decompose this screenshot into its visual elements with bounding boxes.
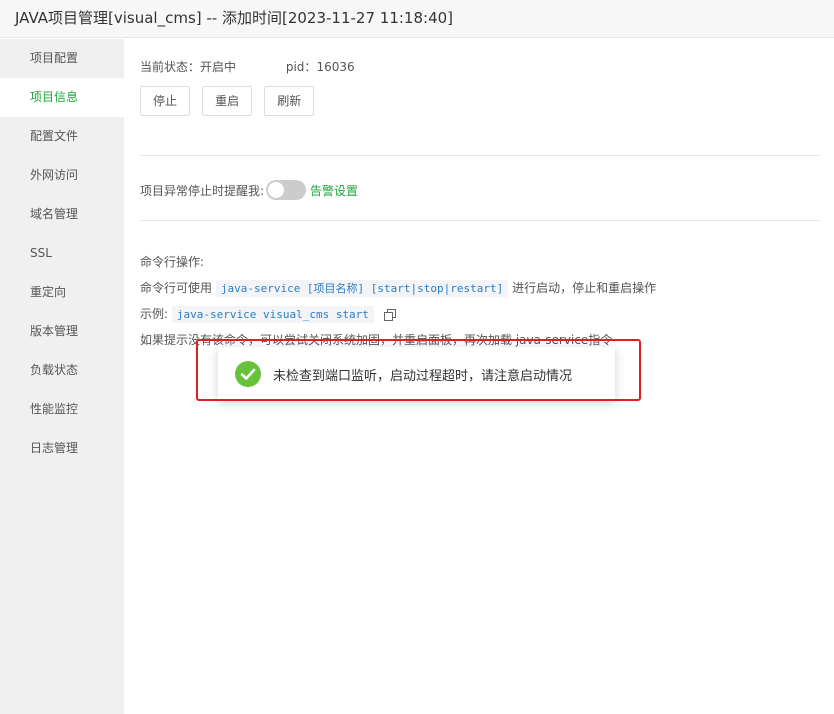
copy-icon[interactable] (383, 308, 396, 321)
state-value: 开启中 (200, 60, 237, 74)
alarm-settings-link[interactable]: 告警设置 (310, 182, 358, 199)
window-titlebar: JAVA项目管理[visual_cms] -- 添加时间[2023-11-27 … (0, 0, 834, 38)
example-label: 示例: (140, 307, 169, 321)
restart-button[interactable]: 重启 (202, 86, 253, 116)
divider (140, 155, 819, 156)
alarm-row: 项目异常停止时提醒我: 告警设置 (140, 179, 358, 201)
refresh-button[interactable]: 刷新 (264, 86, 315, 116)
sidebar-item-project-info[interactable]: 项目信息 (0, 78, 124, 117)
stop-button[interactable]: 停止 (140, 86, 191, 116)
divider (140, 220, 819, 221)
sidebar-item-load-status[interactable]: 负载状态 (0, 351, 124, 390)
alarm-toggle[interactable] (266, 180, 307, 200)
sidebar-item-ssl[interactable]: SSL (0, 234, 124, 273)
sidebar-item-config-file[interactable]: 配置文件 (0, 117, 124, 156)
usage-code: java-service [项目名称] [start|stop|restart] (215, 280, 509, 297)
command-usage: 命令行可使用 java-service [项目名称] [start|stop|r… (140, 275, 656, 301)
sidebar: 项目配置 项目信息 配置文件 外网访问 域名管理 SSL 重定向 版本管理 负载… (0, 39, 124, 714)
sidebar-item-project-config[interactable]: 项目配置 (0, 39, 124, 78)
sidebar-item-version[interactable]: 版本管理 (0, 312, 124, 351)
sidebar-item-redirect[interactable]: 重定向 (0, 273, 124, 312)
action-buttons: 停止 重启 刷新 (140, 86, 321, 116)
sidebar-item-external-access[interactable]: 外网访问 (0, 156, 124, 195)
sidebar-item-logs[interactable]: 日志管理 (0, 429, 124, 468)
toggle-knob (268, 182, 285, 198)
status-row: 当前状态：开启中 pid：16036 (140, 58, 355, 75)
example-code: java-service visual_cms start (171, 306, 374, 323)
sidebar-item-domain[interactable]: 域名管理 (0, 195, 124, 234)
window-title: JAVA项目管理[visual_cms] -- 添加时间[2023-11-27 … (15, 9, 454, 27)
highlight-annotation (196, 339, 641, 401)
sidebar-item-performance[interactable]: 性能监控 (0, 390, 124, 429)
command-help: 命令行操作: 命令行可使用 java-service [项目名称] [start… (140, 249, 656, 353)
alarm-label: 项目异常停止时提醒我: (140, 183, 265, 198)
command-heading: 命令行操作: (140, 255, 205, 269)
usage-prefix: 命令行可使用 (140, 281, 213, 295)
usage-suffix: 进行启动，停止和重启操作 (512, 281, 657, 295)
state-label: 当前状态： (140, 60, 201, 74)
command-example: 示例: java-service visual_cms start (140, 301, 656, 327)
pid-label: pid： (285, 60, 317, 74)
pid-value: 16036 (316, 60, 355, 74)
